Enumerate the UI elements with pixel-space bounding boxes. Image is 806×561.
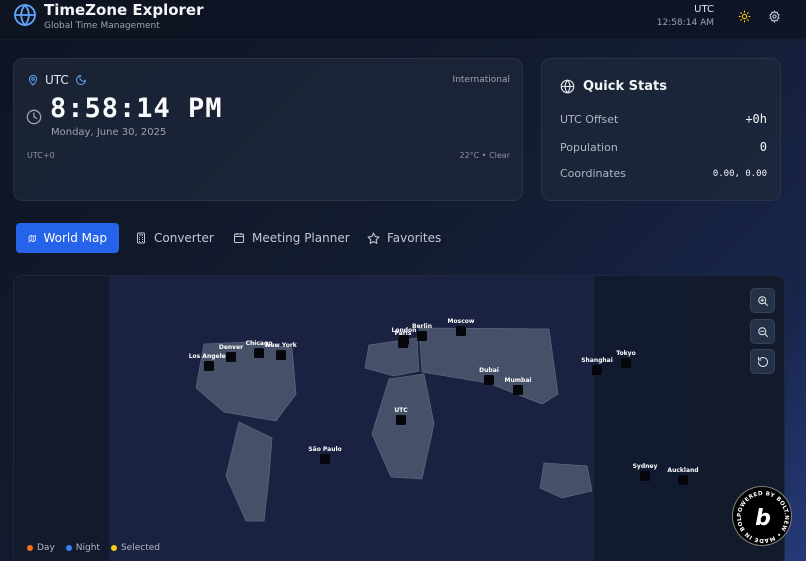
sun-icon [738,10,750,22]
globe-icon [14,3,36,27]
header-timezone: UTC [694,4,714,15]
city-dot[interactable] [396,415,406,425]
calendar-icon [234,233,244,243]
city-label: New York [265,342,298,349]
tab-label: Converter [154,231,214,245]
stat-value: 0.00, 0.00 [712,168,767,179]
bolt-badge-graphic: POWERED BY BOLT.NEW • MADE IN BOLT.NEW •… [730,483,789,543]
tab-world-map[interactable]: World Map [16,223,119,253]
region-label: International [452,75,510,85]
current-time: 8:58:14 PM [50,93,223,124]
tab-meeting-planner[interactable]: Meeting Planner [221,223,362,253]
city-label: São Paulo [308,446,341,453]
stat-value: 0 [759,140,767,154]
day-dot [27,545,33,551]
city-label: UTC [394,407,408,414]
legend-day: Day [27,543,55,553]
clock-icon [26,109,42,125]
header-time: 12:58:14 AM [656,18,714,28]
quick-stats-card: Quick Stats UTC Offset +0h Population 0 … [541,58,781,201]
rotate-icon [757,356,768,367]
city-dot[interactable] [678,475,688,485]
city-label: Moscow [448,318,475,325]
app-subtitle: Global Time Management [44,21,160,31]
city-label: Denver [219,344,243,351]
selected-dot [110,545,117,551]
city-dot[interactable] [621,358,631,368]
map-legend: Day Night Selected [27,543,160,553]
weather-label: 22°C • Clear [459,151,511,160]
city-dot[interactable] [226,352,236,362]
settings-button[interactable] [763,5,785,27]
city-dot[interactable] [276,350,286,360]
zoom-out-button[interactable] [750,319,775,344]
moon-icon [75,74,86,85]
current-date: Monday, June 30, 2025 [51,127,167,138]
tab-label: Meeting Planner [252,231,350,245]
city-dot[interactable] [484,375,494,385]
city-dot[interactable] [513,385,523,395]
legend-label: Selected [120,543,160,553]
city-dot[interactable] [320,454,330,464]
city-label: Paris [395,330,412,337]
world-map: Los AngelesDenverChicagoNew YorkLondonPa… [14,276,784,561]
zoom-in-icon [757,295,768,306]
bolt-badge[interactable]: POWERED BY BOLT.NEW • MADE IN BOLT.NEW •… [730,483,792,546]
location-row: UTC [27,73,87,87]
city-label: Auckland [667,467,698,474]
star-icon [367,232,380,244]
tab-favorites[interactable]: Favorites [355,223,453,253]
current-time-card: UTC International 8:58:14 PM Monday, Jun… [13,58,523,201]
legend-night: Night [65,543,100,553]
stat-value: +0h [745,112,767,126]
city-label: Shanghai [581,357,613,364]
city-dot[interactable] [456,326,466,336]
night-region [594,276,691,561]
city-label: Los Angeles [189,353,230,360]
location-name: UTC [45,73,69,87]
tab-label: World Map [43,231,107,245]
stat-population: Population 0 [560,140,767,154]
map-icon [28,234,36,242]
stat-label: Coordinates [560,167,627,180]
stat-label: UTC Offset [560,112,619,126]
city-dot[interactable] [398,338,408,348]
theme-toggle-button[interactable] [733,5,755,27]
bolt-logo-icon: b [755,506,771,531]
city-dot[interactable] [204,361,214,371]
utc-offset-label: UTC+0 [27,151,55,160]
app-header: TimeZone Explorer Global Time Management… [0,0,806,40]
city-label: Dubai [479,367,499,374]
tab-converter[interactable]: Converter [123,223,226,253]
tab-label: Favorites [387,231,442,245]
calculator-icon [137,232,145,244]
world-map-panel: Los Angeles Denver Chicago New York London Pa… [13,275,785,561]
city-label: Sydney [633,463,658,470]
stats-header: Quick Stats [560,79,667,94]
stat-utc-offset: UTC Offset +0h [560,112,767,126]
night-dot [65,545,72,551]
city-dot[interactable] [640,471,650,481]
app-title: TimeZone Explorer [44,1,204,19]
reset-view-button[interactable] [750,349,775,374]
stats-title: Quick Stats [583,79,667,94]
globe-icon [560,79,575,94]
city-label: Berlin [412,323,432,330]
stat-coordinates: Coordinates 0.00, 0.00 [560,167,767,180]
city-label: Mumbai [505,377,532,384]
legend-label: Night [75,543,100,553]
city-dot[interactable] [592,365,602,375]
legend-selected: Selected [110,543,160,553]
map-pin-icon [28,75,38,86]
zoom-out-icon [757,326,768,337]
gear-icon [768,9,780,23]
city-dot[interactable] [417,331,427,341]
city-label: Tokyo [616,350,635,357]
zoom-in-button[interactable] [750,288,775,313]
city-dot[interactable] [254,348,264,358]
stat-label: Population [560,140,618,154]
legend-label: Day [37,543,55,553]
